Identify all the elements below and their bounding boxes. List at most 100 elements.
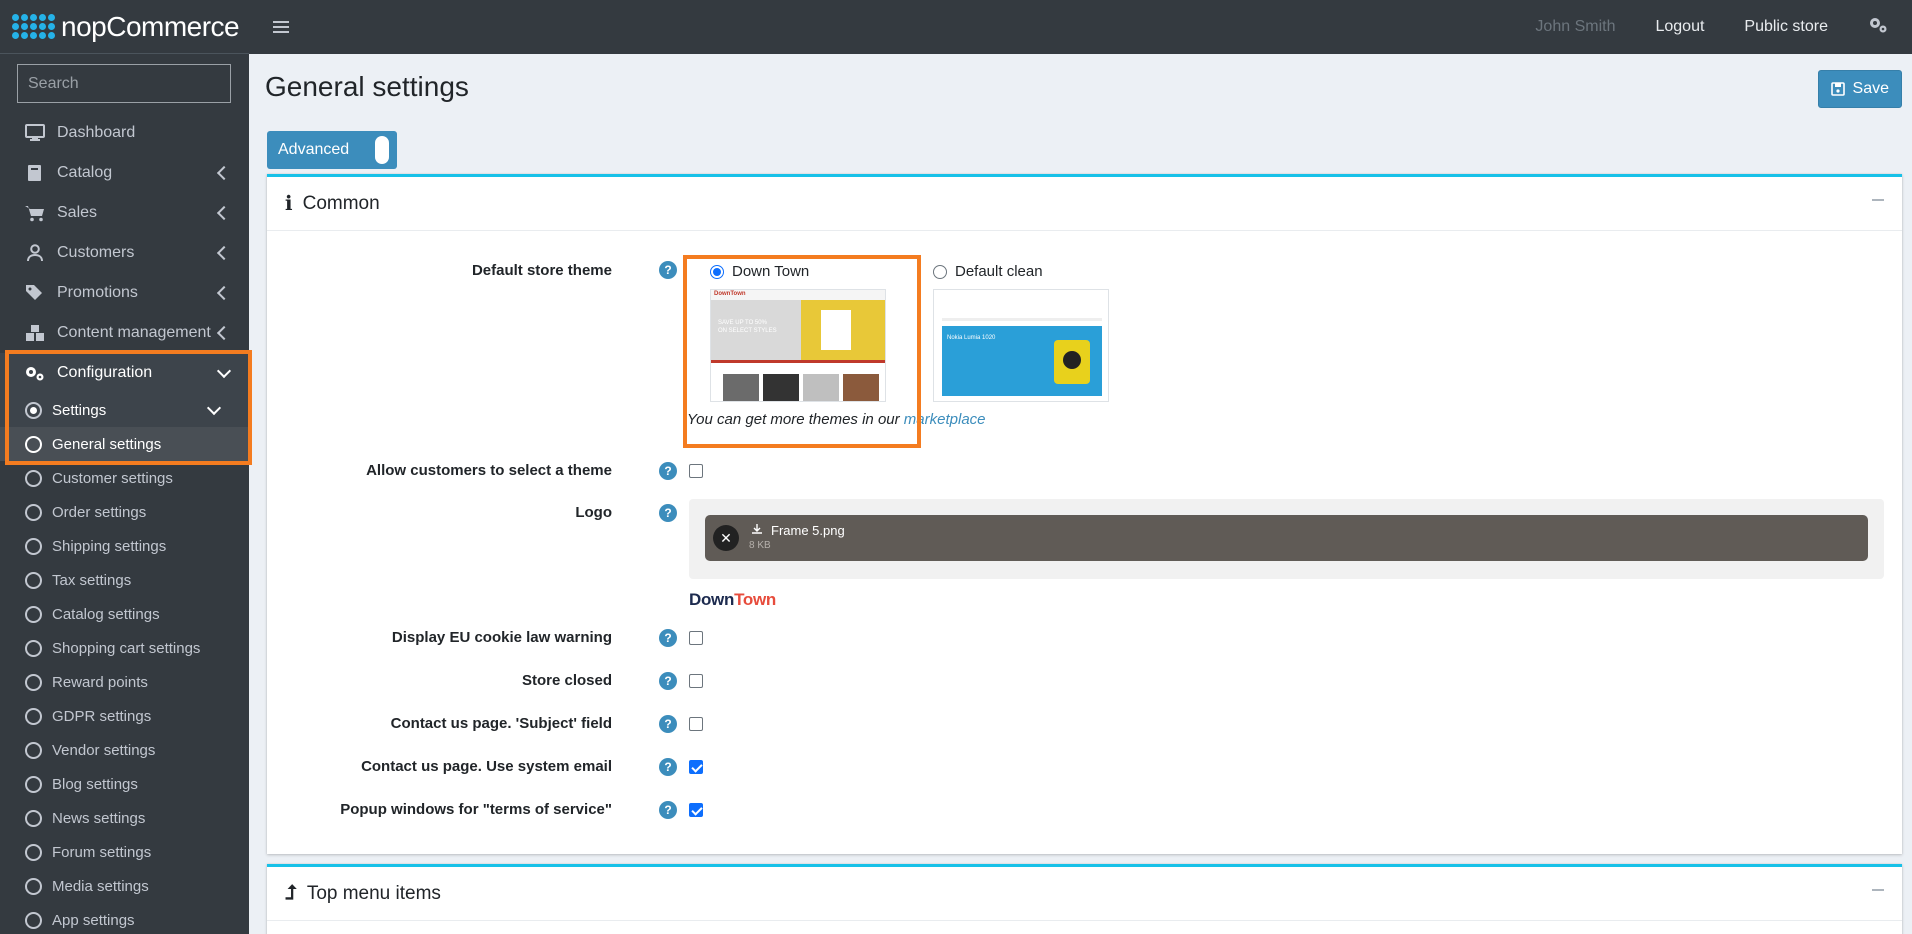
toggle-knob (375, 136, 389, 164)
sidebar-item-catalog[interactable]: Catalog (0, 153, 249, 193)
sidebar-subitem-label: Shopping cart settings (52, 639, 201, 657)
circle-icon (25, 707, 42, 725)
tags-icon (24, 284, 46, 302)
sidebar-item-sales[interactable]: Sales (0, 193, 249, 233)
sidebar-item-promotions[interactable]: Promotions (0, 273, 249, 313)
sidebar-subitem-label: GDPR settings (52, 707, 152, 725)
circle-dot-icon (25, 401, 42, 419)
chevron-down-icon (206, 400, 222, 415)
help-icon[interactable]: ? (659, 715, 677, 733)
help-icon[interactable]: ? (659, 462, 677, 480)
help-icon[interactable]: ? (659, 504, 677, 522)
circle-icon (25, 775, 42, 793)
theme-thumbnail-downtown[interactable] (710, 289, 886, 402)
card-title: Top menu items (306, 882, 441, 904)
sidebar-subitem-blog-settings[interactable]: Blog settings (0, 767, 249, 801)
sidebar-item-configuration[interactable]: Configuration (0, 353, 249, 393)
circle-icon (25, 639, 42, 657)
eu-cookie-checkbox[interactable] (689, 631, 703, 645)
sidebar-item-label: Sales (57, 204, 98, 221)
sidebar-subitem-forum-settings[interactable]: Forum settings (0, 835, 249, 869)
hamburger-icon[interactable] (273, 21, 289, 33)
current-user[interactable]: John Smith (1535, 18, 1615, 36)
circle-icon (25, 435, 42, 453)
downtown-thumb-promo2: ON SELECT STYLES (718, 328, 777, 334)
sidebar-subitem-general-settings[interactable]: General settings (0, 427, 249, 461)
marketplace-link[interactable]: marketplace (904, 411, 986, 428)
cubes-icon (24, 324, 46, 342)
cart-icon (24, 204, 46, 222)
chevron-left-icon (216, 325, 232, 341)
sidebar-item-dashboard[interactable]: Dashboard (0, 113, 249, 153)
sidebar-subitem-label: Customer settings (52, 469, 173, 487)
book-icon (24, 164, 46, 182)
sidebar-subitem-label: Order settings (52, 503, 147, 521)
sidebar-subitem-gdpr-settings[interactable]: GDPR settings (0, 699, 249, 733)
sidebar-subitem-tax-settings[interactable]: Tax settings (0, 563, 249, 597)
help-icon[interactable]: ? (659, 801, 677, 819)
circle-icon (25, 809, 42, 827)
main-content: General settings Save Advanced ℹ Common … (249, 54, 1912, 934)
brand-logo[interactable]: nopCommerce (0, 0, 249, 54)
brand-name: nopCommerce (61, 10, 240, 42)
search-input[interactable] (28, 74, 235, 93)
collapse-icon[interactable] (1872, 199, 1884, 201)
downtown-thumb-brand: DownTown (714, 291, 746, 297)
sidebar-subitem-shopping-cart-settings[interactable]: Shopping cart settings (0, 631, 249, 665)
theme-option-default-clean[interactable]: Default clean (933, 263, 1043, 280)
sidebar-subitem-vendor-settings[interactable]: Vendor settings (0, 733, 249, 767)
sidebar-subitem-label: News settings (52, 809, 146, 827)
sidebar-subitem-label: Shipping settings (52, 537, 167, 555)
sidebar-subitem-label: Tax settings (52, 571, 132, 589)
download-icon[interactable] (751, 523, 763, 535)
logo-preview-part-1: Down (689, 590, 735, 609)
logout-link[interactable]: Logout (1655, 18, 1704, 36)
remove-file-button[interactable]: ✕ (713, 525, 739, 551)
sidebar-subitem-customer-settings[interactable]: Customer settings (0, 461, 249, 495)
help-icon[interactable]: ? (659, 261, 677, 279)
common-card-header[interactable]: ℹ Common (267, 177, 1902, 231)
chevron-left-icon (216, 285, 232, 301)
circle-icon (25, 469, 42, 487)
help-icon[interactable]: ? (659, 629, 677, 647)
theme-name: Down Town (732, 263, 810, 280)
chevron-down-icon (216, 363, 232, 378)
sidebar-subitem-label: Settings (52, 401, 107, 419)
public-store-link[interactable]: Public store (1744, 18, 1828, 36)
sidebar-subitem-order-settings[interactable]: Order settings (0, 495, 249, 529)
chevron-left-icon (216, 165, 232, 181)
help-icon[interactable]: ? (659, 758, 677, 776)
sidebar-subitem-app-settings[interactable]: App settings (0, 903, 249, 934)
page-title: General settings (265, 71, 469, 102)
advanced-toggle[interactable]: Advanced (267, 131, 397, 169)
top-menu-card-header[interactable]: ⮥ Top menu items (267, 867, 1902, 921)
allow-theme-checkbox[interactable] (689, 464, 703, 478)
logo-preview: DownTown (689, 590, 776, 610)
subject-field-checkbox[interactable] (689, 717, 703, 731)
sidebar-subitem-news-settings[interactable]: News settings (0, 801, 249, 835)
theme-option-downtown[interactable]: Down Town (710, 263, 809, 280)
sidebar-subitem-label: General settings (52, 435, 162, 453)
radio-downtown[interactable] (710, 264, 724, 279)
sidebar-item-customers[interactable]: Customers (0, 233, 249, 273)
save-button-label: Save (1852, 80, 1889, 97)
themes-note-text: You can get more themes in our (687, 411, 904, 428)
sidebar-item-content-management[interactable]: Content management (0, 313, 249, 353)
collapse-icon[interactable] (1872, 889, 1884, 891)
sidebar-subitem-shipping-settings[interactable]: Shipping settings (0, 529, 249, 563)
system-email-checkbox[interactable] (689, 760, 703, 774)
sidebar-subitem-settings[interactable]: Settings (0, 393, 249, 427)
sidebar-subitem-catalog-settings[interactable]: Catalog settings (0, 597, 249, 631)
save-button[interactable]: Save (1817, 70, 1902, 108)
sidebar-subitem-reward-points[interactable]: Reward points (0, 665, 249, 699)
sidebar-subitem-label: Media settings (52, 877, 149, 895)
store-closed-checkbox[interactable] (689, 674, 703, 688)
radio-default-clean[interactable] (933, 264, 947, 279)
sidebar-subitem-media-settings[interactable]: Media settings (0, 869, 249, 903)
terms-popup-checkbox[interactable] (689, 803, 703, 817)
gears-icon[interactable] (1868, 16, 1888, 39)
circle-icon (25, 741, 42, 759)
theme-thumbnail-default-clean[interactable] (933, 289, 1109, 402)
logo-upload-area[interactable]: ✕ Frame 5.png 8 KB (689, 499, 1884, 579)
help-icon[interactable]: ? (659, 672, 677, 690)
